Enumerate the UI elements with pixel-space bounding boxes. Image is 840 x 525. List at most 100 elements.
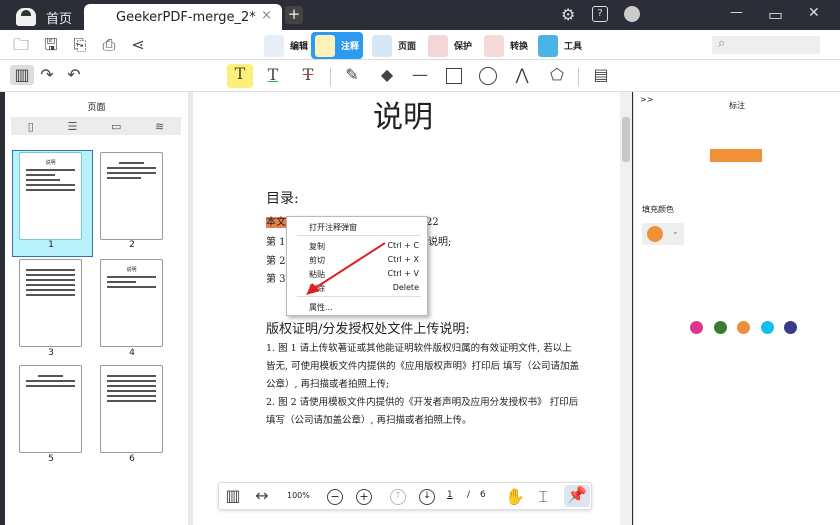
page-thumbnails-panel: 页面 ▯ ☰ ▭ ≋ 说明 1 2 3 说明 4 5 6 [5, 92, 188, 525]
comment-icon[interactable]: ▤ [590, 65, 612, 85]
next-page-icon[interactable]: ↓ [419, 489, 435, 505]
chevron-down-icon: ⌄ [672, 227, 679, 236]
scrollbar-thumb[interactable] [622, 117, 630, 162]
main-toolbar: 🗀 🖫 ⎘ ⎙ ⋖ 编辑 注释 页面 保护 转换 工具 ⌕ [0, 30, 840, 60]
color-swatch[interactable] [690, 321, 703, 334]
toc-line: 第 1 [266, 237, 286, 248]
annotate-icon [315, 34, 335, 57]
page-thumbnail-1[interactable]: 说明 [19, 152, 82, 240]
save-as-icon[interactable]: ⎘ [69, 35, 91, 55]
close-window-button[interactable]: ✕ [808, 5, 820, 21]
selected-color-swatch [647, 226, 663, 242]
hand-tool-icon[interactable]: ✋ [504, 487, 526, 507]
save-icon[interactable]: 🖫 [40, 35, 62, 55]
add-tab-button[interactable]: + [285, 6, 303, 24]
rectangle-icon[interactable] [446, 68, 462, 84]
strikethrough-icon[interactable]: T [297, 65, 319, 85]
module-annotate[interactable]: 注释 [311, 32, 364, 59]
page-thumbnail-3[interactable] [19, 259, 82, 347]
title-bar: 首页 GeekerPDF-merge_2* × + ⚙ ? — ▭ ✕ [0, 0, 840, 30]
page-thumbnail-4[interactable]: 说明 [100, 259, 163, 347]
page-number: 2 [129, 240, 135, 250]
page-thumbnail-2[interactable] [100, 152, 163, 240]
comment-tab-icon[interactable]: ▭ [111, 120, 121, 133]
zoom-in-icon[interactable]: + [356, 489, 372, 505]
search-input[interactable]: ⌕ [712, 36, 820, 54]
divider [330, 68, 331, 86]
search-icon: ⌕ [718, 36, 726, 51]
maximize-button[interactable]: ▭ [768, 5, 783, 24]
module-label: 页面 [398, 42, 417, 52]
page-number: 3 [48, 348, 54, 358]
current-page-input[interactable]: 1 [447, 490, 453, 500]
color-swatch[interactable] [737, 321, 750, 334]
eraser-icon[interactable]: ◆ [376, 65, 398, 85]
module-tools[interactable]: 工具 [534, 32, 586, 59]
pin-icon[interactable]: 📌 [564, 485, 590, 507]
highlight-icon[interactable]: T [227, 64, 253, 88]
toc-line-suffix: 说明; [428, 237, 452, 248]
ellipse-icon[interactable] [479, 67, 497, 85]
tab-home[interactable]: 首页 [16, 4, 72, 30]
outline-tab-icon[interactable]: ☰ [67, 120, 77, 133]
color-swatch[interactable] [714, 321, 727, 334]
fit-width-icon[interactable]: ↔ [251, 486, 273, 506]
share-icon[interactable]: ⋖ [127, 35, 149, 55]
document-scrollbar[interactable] [620, 92, 632, 525]
page-icon [372, 34, 392, 57]
pencil-icon[interactable]: ✎ [341, 65, 363, 85]
previous-page-icon[interactable]: ↑ [390, 489, 406, 505]
menu-item-properties[interactable]: 属性... [309, 302, 419, 313]
color-swatch[interactable] [784, 321, 797, 334]
convert-icon [484, 34, 504, 57]
tab-document[interactable]: GeekerPDF-merge_2* × [84, 4, 282, 30]
highlighted-text[interactable]: 本文 [266, 217, 286, 228]
panel-title: 标注 [729, 101, 745, 110]
app-logo-icon [16, 8, 36, 26]
toolbox-icon [538, 34, 558, 57]
module-label: 编辑 [290, 42, 309, 52]
text-select-icon[interactable]: ⌶ [532, 487, 554, 507]
paragraph: 2. 图 2 请使用模板文件内提供的《开发者声明及应用分发授权书》 打印后填写（… [266, 397, 579, 426]
gear-icon[interactable]: ⚙ [561, 5, 575, 24]
thumbnail-tab-icon[interactable]: ▯ [28, 120, 34, 133]
open-folder-icon[interactable]: 🗀 [10, 35, 32, 55]
page-thumbnail-6[interactable] [100, 365, 163, 453]
print-icon[interactable]: ⎙ [98, 35, 120, 55]
close-tab-icon[interactable]: × [261, 8, 272, 23]
protect-icon [428, 34, 448, 57]
color-swatch[interactable] [761, 321, 774, 334]
fill-color-dropdown[interactable]: ⌄ [642, 223, 684, 245]
panel-title: 页面 [87, 103, 106, 113]
undo-icon[interactable]: ↶ [63, 65, 85, 85]
layers-tab-icon[interactable]: ≋ [155, 120, 164, 133]
module-page[interactable]: 页面 [368, 32, 420, 59]
module-label: 注释 [341, 42, 360, 52]
redo-icon[interactable]: ↷ [36, 65, 58, 85]
page-thumbnail-5[interactable] [19, 365, 82, 453]
tab-home-label: 首页 [46, 11, 73, 27]
page-number: 6 [129, 454, 135, 464]
module-protect[interactable]: 保护 [424, 32, 476, 59]
page-navigation-bar: ▥ ↔ 100% − + ↑ ↓ 1 / 6 ✋ ⌶ 📌 [218, 482, 592, 510]
zoom-select[interactable]: 100% [287, 491, 310, 500]
module-convert[interactable]: 转换 [480, 32, 532, 59]
red-arrow-annotation [306, 242, 386, 295]
module-label: 保护 [454, 42, 473, 52]
zoom-out-icon[interactable]: − [327, 489, 343, 505]
two-page-view-icon[interactable]: ▥ [222, 486, 244, 506]
line-icon[interactable]: — [409, 65, 431, 85]
polyline-icon[interactable]: ⋀ [511, 65, 533, 85]
minimize-button[interactable]: — [730, 5, 743, 20]
divider [578, 68, 579, 86]
polygon-icon[interactable]: ⬠ [546, 65, 568, 85]
menu-item-open-popup[interactable]: 打开注释弹窗 [309, 222, 419, 233]
module-edit[interactable]: 编辑 [260, 32, 312, 59]
properties-panel: >> 标注 填充颜色 ⌄ [633, 92, 840, 525]
help-icon[interactable]: ? [592, 6, 608, 22]
avatar[interactable] [624, 6, 640, 22]
document-title: 说明 [373, 100, 433, 135]
underline-icon[interactable]: T [262, 65, 284, 85]
page-number: 1 [48, 240, 54, 250]
sidebar-toggle-icon[interactable]: ▥ [10, 65, 34, 85]
